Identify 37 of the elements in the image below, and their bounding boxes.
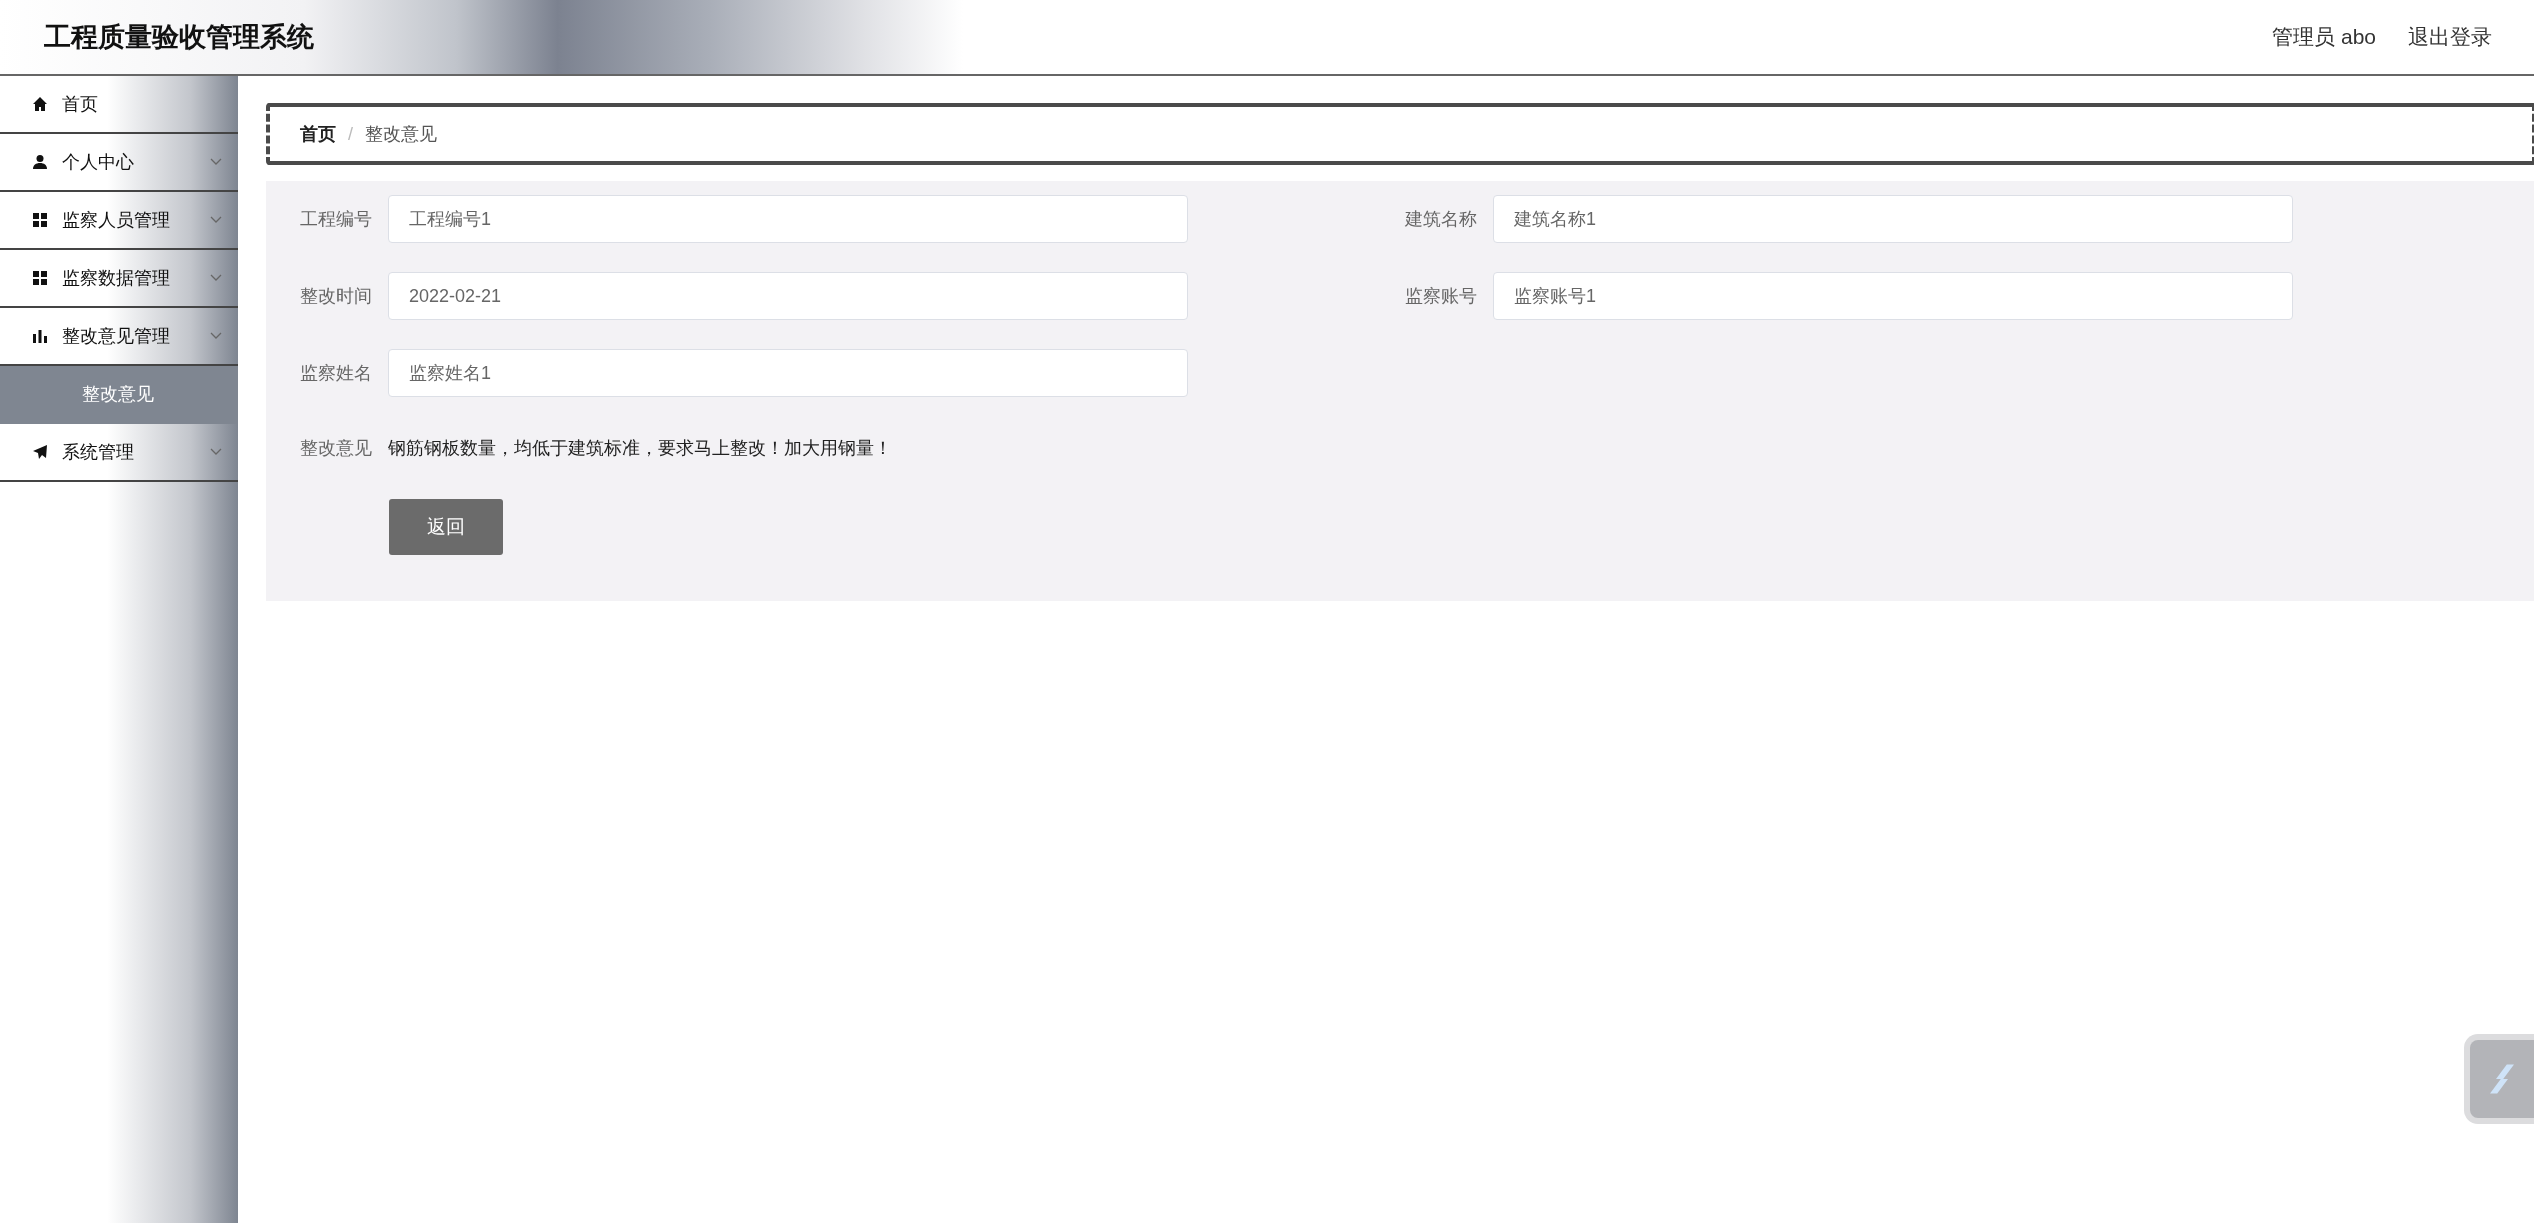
field-value: 钢筋钢板数量，均低于建筑标准，要求马上整改！加大用钢量！ xyxy=(388,437,892,460)
nav-item[interactable]: 系统管理 xyxy=(0,424,238,482)
field-label: 整改意见 xyxy=(299,437,372,460)
nav-item[interactable]: 个人中心 xyxy=(0,134,238,192)
field-label: 整改时间 xyxy=(299,285,372,308)
breadcrumb-item[interactable]: 首页 xyxy=(300,122,336,146)
input-field[interactable]: 建筑名称1 xyxy=(1493,195,2293,243)
home-icon xyxy=(32,96,48,112)
chevron-down-icon xyxy=(210,158,222,166)
nav-item[interactable]: 首页 xyxy=(0,76,238,134)
grid-icon xyxy=(32,270,48,286)
nav-subitem[interactable]: 整改意见 xyxy=(0,366,238,424)
paper-plane-icon xyxy=(32,444,48,460)
chevron-down-icon xyxy=(210,274,222,282)
field-label: 监察账号 xyxy=(1404,285,1477,308)
chevron-down-icon xyxy=(210,216,222,224)
input-field[interactable]: 监察账号1 xyxy=(1493,272,2293,320)
bar-chart-icon xyxy=(32,328,48,344)
chevron-down-icon xyxy=(210,448,222,456)
grid-icon xyxy=(32,212,48,228)
input-field[interactable]: 工程编号1 xyxy=(388,195,1188,243)
user-label: 管理员 abo xyxy=(2272,24,2376,50)
field-label: 工程编号 xyxy=(299,208,372,231)
nav-item[interactable]: 监察人员管理 xyxy=(0,192,238,250)
nav-item[interactable]: 监察数据管理 xyxy=(0,250,238,308)
breadcrumb-separator: / xyxy=(348,123,353,145)
chevron-down-icon xyxy=(210,332,222,340)
input-field[interactable]: 监察姓名1 xyxy=(388,349,1188,397)
field-label: 建筑名称 xyxy=(1404,208,1477,231)
back-button[interactable]: 返回 xyxy=(389,499,503,555)
input-field[interactable]: 2022-02-21 xyxy=(388,272,1188,320)
floating-action-button[interactable] xyxy=(2464,1034,2534,1124)
user-icon xyxy=(32,154,48,170)
field-label: 监察姓名 xyxy=(299,362,372,385)
logout-link[interactable]: 退出登录 xyxy=(2408,23,2492,51)
app-title: 工程质量验收管理系统 xyxy=(44,21,314,54)
breadcrumb-item: 整改意见 xyxy=(365,123,437,146)
